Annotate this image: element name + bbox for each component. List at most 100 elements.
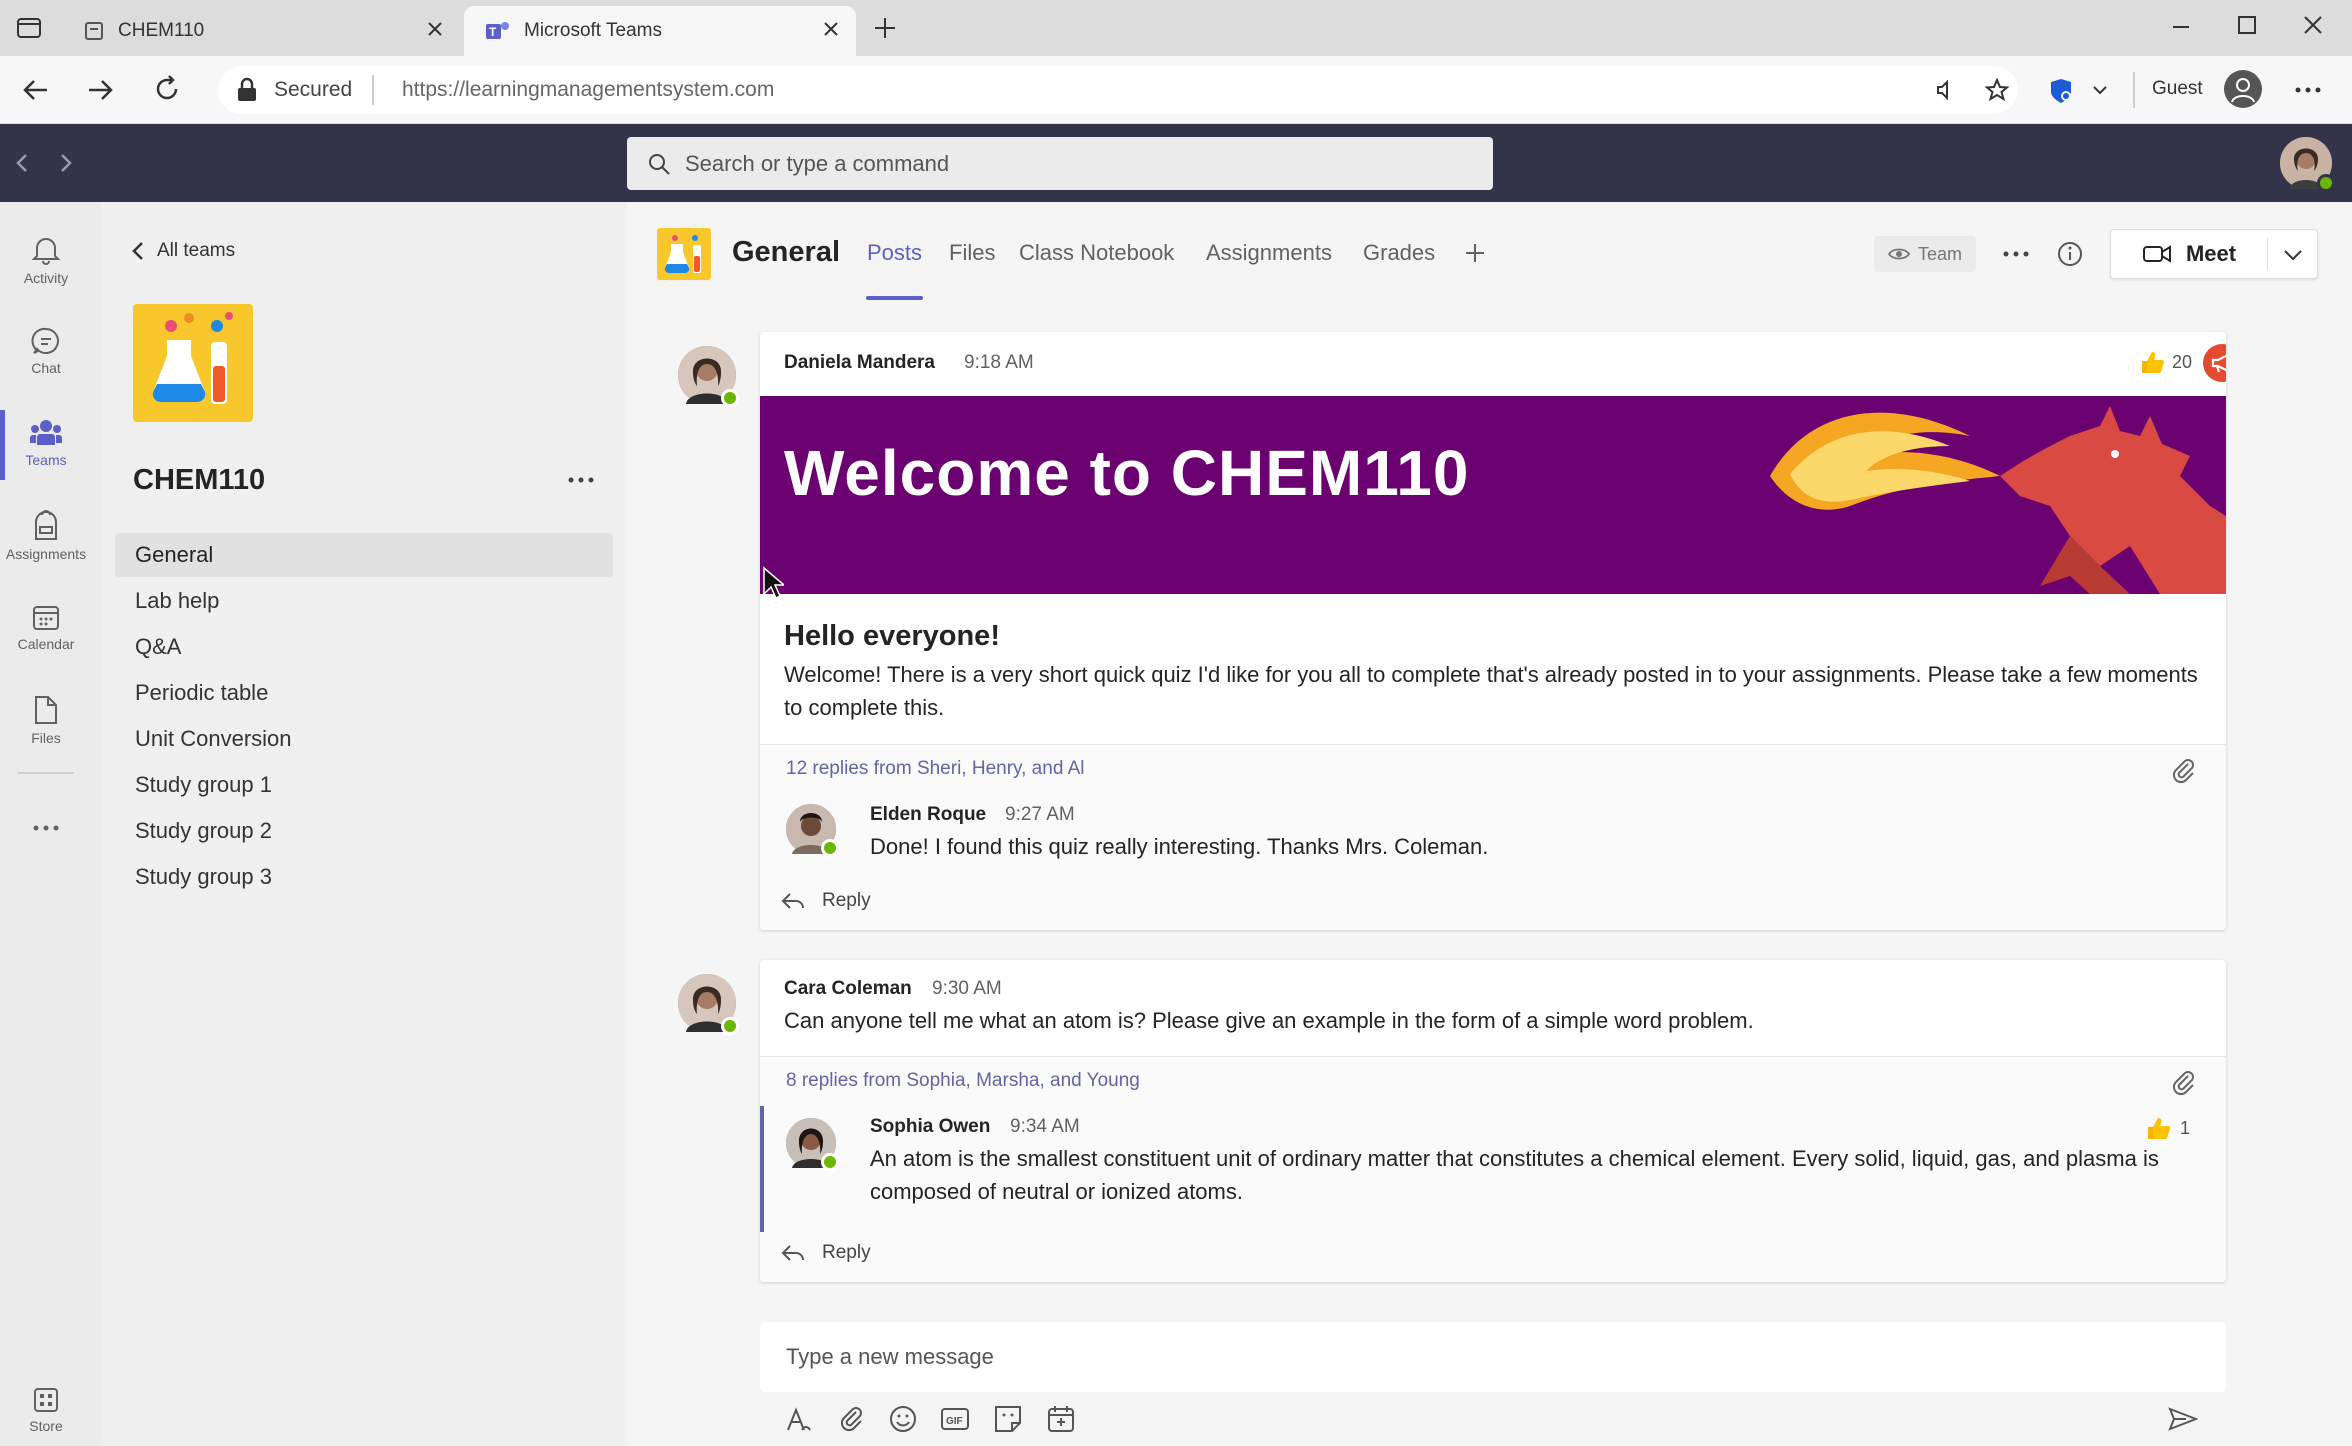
attach-file-icon[interactable] xyxy=(838,1404,864,1434)
info-icon[interactable] xyxy=(2056,240,2084,268)
tab-assignments[interactable]: Assignments xyxy=(1206,240,1332,266)
presence-available-icon xyxy=(821,1153,839,1171)
back-icon[interactable] xyxy=(14,152,30,174)
extension-icon[interactable] xyxy=(2046,76,2076,106)
post-heading: Hello everyone! xyxy=(784,620,1000,652)
meet-label: Meet xyxy=(2185,241,2237,266)
avatar[interactable] xyxy=(678,346,739,407)
rail-item-label: Assignments xyxy=(5,546,87,562)
reply-time: 9:27 AM xyxy=(1005,804,1075,825)
search-icon xyxy=(647,152,671,176)
divider xyxy=(18,772,74,774)
back-icon[interactable] xyxy=(20,76,50,104)
attachment-icon[interactable] xyxy=(2170,756,2196,784)
new-tab-icon[interactable] xyxy=(873,16,897,40)
emoji-icon[interactable] xyxy=(888,1404,918,1434)
meet-button[interactable]: Meet xyxy=(2111,230,2267,278)
rail-item-assignments[interactable]: Assignments xyxy=(0,510,92,562)
post-author[interactable]: Daniela Mandera xyxy=(784,352,935,374)
forward-icon[interactable] xyxy=(86,76,116,104)
channel-qa[interactable]: Q&A xyxy=(115,625,613,669)
channel-lab-help[interactable]: Lab help xyxy=(115,579,613,623)
read-aloud-icon[interactable] xyxy=(1932,78,1956,102)
command-search-box[interactable]: Search or type a command xyxy=(627,137,1493,190)
close-tab-icon[interactable] xyxy=(426,20,444,38)
address-field[interactable]: Secured https://learningmanagementsystem… xyxy=(218,66,2018,114)
svg-text:GIF: GIF xyxy=(946,1416,963,1427)
more-options-icon[interactable] xyxy=(567,476,595,484)
channel-label: Periodic table xyxy=(135,680,269,705)
attachment-icon[interactable] xyxy=(2170,1068,2196,1096)
rail-item-files[interactable]: Files xyxy=(0,694,92,746)
profile-label[interactable]: Guest xyxy=(2152,78,2203,100)
like-reaction[interactable]: 1 xyxy=(2146,1116,2190,1140)
forward-icon[interactable] xyxy=(58,152,74,174)
video-camera-icon xyxy=(2142,243,2172,265)
replies-summary-link[interactable]: 8 replies from Sophia, Marsha, and Young xyxy=(786,1070,1140,1092)
new-message-input[interactable]: Type a new message xyxy=(760,1322,2226,1392)
file-icon xyxy=(33,694,59,726)
more-apps-icon[interactable] xyxy=(32,824,60,832)
reply-author[interactable]: Sophia Owen xyxy=(870,1116,990,1138)
post-card: Cara Coleman 9:30 AM Can anyone tell me … xyxy=(760,960,2226,1282)
rail-item-store[interactable]: Store xyxy=(0,1386,92,1434)
avatar[interactable] xyxy=(786,804,839,857)
rail-item-teams[interactable]: Teams xyxy=(0,418,92,468)
add-tab-icon[interactable] xyxy=(1464,242,1486,264)
user-avatar[interactable] xyxy=(2280,137,2335,192)
team-visibility-badge[interactable]: Team xyxy=(1874,236,1976,272)
refresh-icon[interactable] xyxy=(152,74,182,104)
close-tab-icon[interactable] xyxy=(822,20,840,38)
all-teams-label: All teams xyxy=(157,240,236,261)
more-icon[interactable] xyxy=(2294,86,2322,94)
gif-icon[interactable]: GIF xyxy=(940,1405,970,1433)
chat-icon xyxy=(31,326,61,356)
reply-author[interactable]: Elden Roque xyxy=(870,804,986,826)
like-reaction[interactable]: 20 xyxy=(2140,350,2192,374)
channel-periodic-table[interactable]: Periodic table xyxy=(115,671,613,715)
search-placeholder: Search or type a command xyxy=(685,150,950,176)
rail-item-label: Store xyxy=(29,1418,63,1434)
tab-grades[interactable]: Grades xyxy=(1363,240,1435,266)
channel-study-group-1[interactable]: Study group 1 xyxy=(115,763,613,807)
more-options-icon[interactable] xyxy=(2002,250,2030,258)
dragon-illustration xyxy=(1770,406,2226,594)
rail-item-chat[interactable]: Chat xyxy=(0,326,92,376)
channel-study-group-2[interactable]: Study group 2 xyxy=(115,809,613,853)
schedule-meeting-icon[interactable] xyxy=(1046,1404,1076,1434)
tab-class-notebook[interactable]: Class Notebook xyxy=(1019,240,1174,266)
favorites-icon[interactable] xyxy=(1984,77,2010,103)
profile-avatar[interactable] xyxy=(2224,70,2262,108)
channel-general[interactable]: General xyxy=(115,533,613,577)
url-text: https://learningmanagementsystem.com xyxy=(402,78,775,101)
tab-files[interactable]: Files xyxy=(949,240,995,266)
avatar[interactable] xyxy=(678,974,739,1035)
close-window-icon[interactable] xyxy=(2302,14,2324,36)
reply-button[interactable]: Reply xyxy=(780,1242,871,1264)
send-icon[interactable] xyxy=(2168,1406,2198,1432)
chevron-down-icon[interactable] xyxy=(2283,248,2303,262)
reply-button[interactable]: Reply xyxy=(780,890,871,912)
chevron-down-icon[interactable] xyxy=(2092,84,2108,96)
tab-actions-icon[interactable] xyxy=(16,16,42,40)
format-icon[interactable] xyxy=(784,1406,812,1434)
avatar[interactable] xyxy=(786,1118,839,1171)
sticker-icon[interactable] xyxy=(993,1404,1023,1434)
post-author[interactable]: Cara Coleman xyxy=(784,978,912,1000)
rail-item-calendar[interactable]: Calendar xyxy=(0,602,92,652)
maximize-icon[interactable] xyxy=(2236,14,2258,36)
browser-tab-chem110[interactable]: CHEM110 xyxy=(64,6,460,56)
reply-arrow-icon xyxy=(780,891,806,911)
reply-label: Reply xyxy=(822,1242,871,1263)
bell-icon xyxy=(31,234,61,266)
tab-posts[interactable]: Posts xyxy=(867,240,922,266)
replies-summary-link[interactable]: 12 replies from Sheri, Henry, and Al xyxy=(786,758,1085,780)
all-teams-link[interactable]: All teams xyxy=(131,240,235,262)
channel-study-group-3[interactable]: Study group 3 xyxy=(115,855,613,899)
team-logo xyxy=(133,304,253,422)
minimize-icon[interactable] xyxy=(2170,16,2192,38)
rail-item-activity[interactable]: Activity xyxy=(0,234,92,286)
channel-unit-conversion[interactable]: Unit Conversion xyxy=(115,717,613,761)
reply-body: An atom is the smallest constituent unit… xyxy=(870,1146,2159,1204)
browser-tab-teams[interactable]: T Microsoft Teams xyxy=(464,6,856,56)
